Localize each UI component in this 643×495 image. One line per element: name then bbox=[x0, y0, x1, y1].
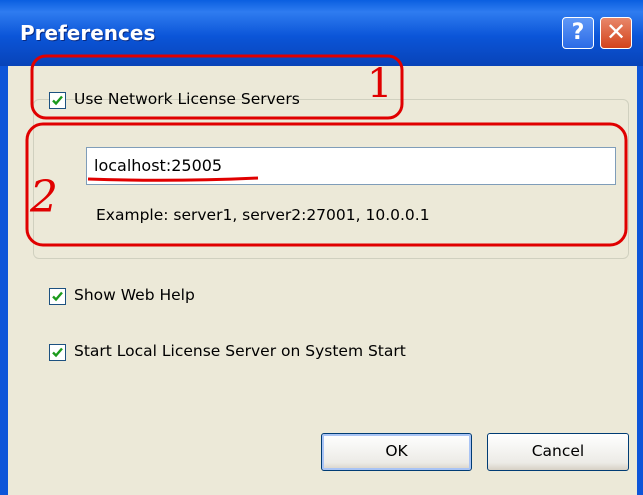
close-button[interactable]: ✕ bbox=[600, 17, 632, 49]
help-button[interactable]: ? bbox=[562, 17, 594, 49]
window-frame-right bbox=[637, 66, 643, 495]
close-icon: ✕ bbox=[605, 18, 627, 46]
ok-button[interactable]: OK bbox=[321, 433, 472, 471]
start-local-server-checkbox[interactable] bbox=[49, 344, 66, 361]
network-servers-label: Use Network License Servers bbox=[74, 90, 300, 108]
show-web-help-label: Show Web Help bbox=[74, 286, 195, 304]
server-input[interactable] bbox=[87, 148, 604, 182]
checkmark-icon bbox=[52, 291, 63, 302]
help-icon: ? bbox=[571, 20, 585, 45]
checkmark-icon bbox=[52, 347, 63, 358]
example-text: Example: server1, server2:27001, 10.0.0.… bbox=[96, 206, 430, 224]
server-input-box[interactable] bbox=[86, 147, 616, 185]
start-local-server-label: Start Local License Server on System Sta… bbox=[74, 342, 406, 360]
cancel-button[interactable]: Cancel bbox=[487, 433, 629, 471]
window-frame-left bbox=[0, 66, 8, 495]
show-web-help-checkbox[interactable] bbox=[49, 288, 66, 305]
network-servers-checkbox[interactable] bbox=[49, 92, 66, 109]
window-title: Preferences bbox=[20, 21, 156, 45]
title-bar: Preferences ? ✕ bbox=[0, 0, 643, 66]
checkmark-icon bbox=[52, 95, 63, 106]
